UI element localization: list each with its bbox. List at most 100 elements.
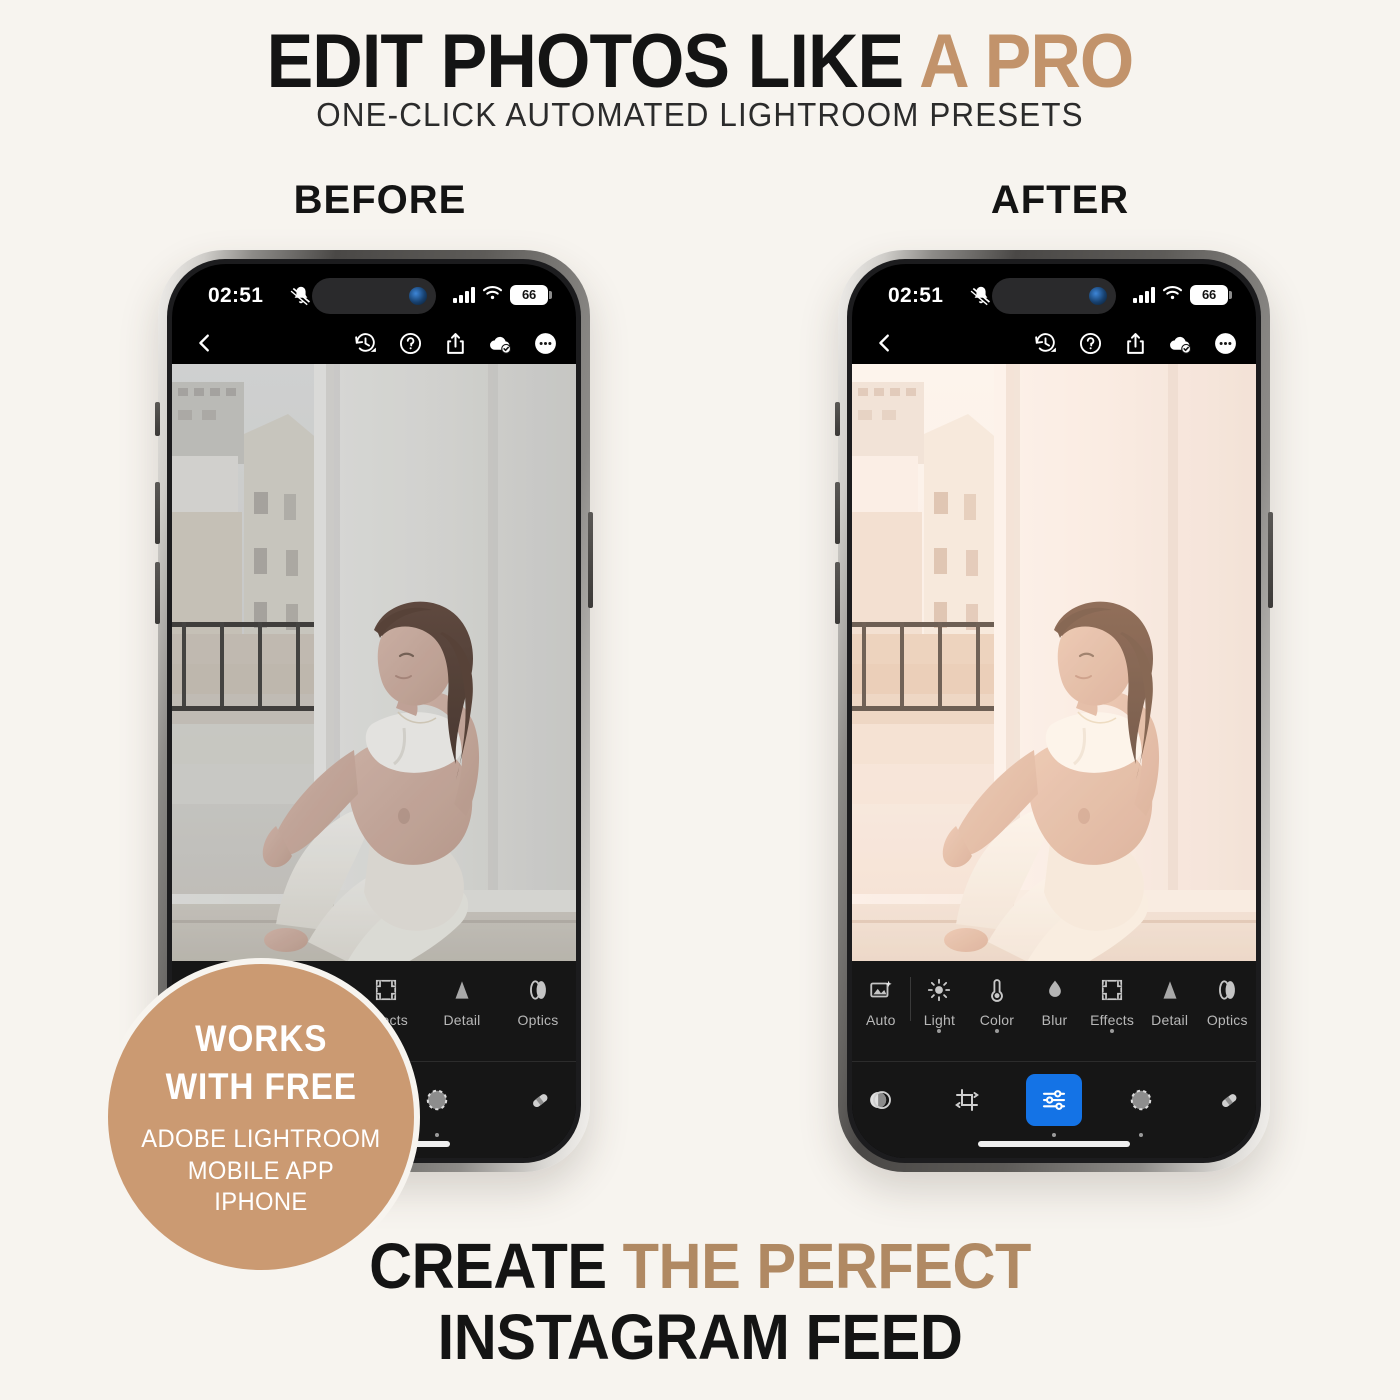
badge-line-5: IPHONE <box>214 1188 308 1217</box>
front-camera-icon <box>1089 287 1107 305</box>
chevron-left-icon[interactable] <box>874 332 896 354</box>
status-time: 02:51 <box>208 284 264 307</box>
lens-icon <box>1198 975 1256 1005</box>
mode-dot <box>435 1133 439 1137</box>
tool-detail[interactable]: Detail <box>424 975 500 1028</box>
action-button[interactable] <box>155 402 160 436</box>
cellular-bars-icon <box>453 286 475 303</box>
status-time: 02:51 <box>888 284 944 307</box>
page-title: EDIT PHOTOS LIKE A PRO <box>56 24 1344 100</box>
healing-mode[interactable] <box>510 1074 568 1126</box>
more-icon[interactable] <box>1213 331 1238 356</box>
help-icon[interactable] <box>1078 331 1103 356</box>
photo-before <box>172 364 576 989</box>
lens-icon <box>500 975 576 1005</box>
battery-indicator: 66 <box>1190 284 1232 305</box>
tool-detail[interactable]: Detail <box>1141 975 1199 1028</box>
before-label: BEFORE <box>293 178 467 222</box>
healing-mode[interactable] <box>1199 1074 1256 1126</box>
tool-label: Light <box>923 1012 956 1028</box>
battery-indicator: 66 <box>510 284 552 305</box>
tool-label: Color <box>979 1012 1015 1028</box>
tool-label: Optics <box>1206 1012 1248 1028</box>
phone-mockup-after: 02:51 66 Auto Light Color Blur Effects D… <box>835 250 1273 1172</box>
adjust-tool-row-after: Auto Light Color Blur Effects Detail Opt… <box>852 961 1256 1062</box>
bell-slash-icon <box>290 284 312 306</box>
mode-dot <box>1051 1133 1056 1137</box>
tool-edited-dot <box>994 1029 999 1033</box>
tool-effects[interactable]: Effects <box>1083 975 1141 1033</box>
cloud-check-icon[interactable] <box>488 331 513 356</box>
app-toolbar-after <box>852 322 1256 364</box>
front-camera-icon <box>409 287 427 305</box>
tool-blur[interactable]: Blur <box>1026 975 1084 1028</box>
works-with-free-badge: WORKS WITH FREE ADOBE LIGHTROOM MOBILE A… <box>102 958 420 1276</box>
app-toolbar-before <box>172 322 576 364</box>
tool-label: Auto <box>865 1012 896 1028</box>
badge-line-4: MOBILE APP <box>187 1156 335 1185</box>
tool-optics[interactable]: Optics <box>500 975 576 1028</box>
cloud-check-icon[interactable] <box>1168 331 1193 356</box>
status-bar: 02:51 66 <box>172 264 576 322</box>
badge-line-2: WITH FREE <box>165 1065 357 1107</box>
status-bar: 02:51 66 <box>852 264 1256 322</box>
tool-label: Detail <box>443 1012 481 1028</box>
badge-line-1: WORKS <box>194 1018 328 1060</box>
share-icon[interactable] <box>443 331 468 356</box>
power-button[interactable] <box>588 512 593 608</box>
after-label: AFTER <box>990 178 1130 222</box>
frame-icon <box>1083 975 1141 1005</box>
tool-label: Optics <box>517 1012 559 1028</box>
badge-line-3: ADOBE LIGHTROOM <box>141 1125 381 1154</box>
droplet-icon <box>1026 975 1084 1005</box>
tool-light[interactable]: Light <box>911 975 969 1033</box>
page-subtitle: ONE-CLICK AUTOMATED LIGHTROOM PRESETS <box>316 96 1084 133</box>
tool-label: Detail <box>1151 1012 1189 1028</box>
edit-mode[interactable] <box>1025 1074 1083 1137</box>
help-icon[interactable] <box>398 331 423 356</box>
photo-after <box>852 364 1256 989</box>
mode-dot <box>1138 1133 1143 1137</box>
triangle-icon <box>1141 975 1199 1005</box>
masking-mode[interactable] <box>1112 1074 1169 1137</box>
tool-optics[interactable]: Optics <box>1198 975 1256 1028</box>
sun-icon <box>911 975 969 1005</box>
volume-down-button[interactable] <box>155 562 160 624</box>
headline-accent: A PRO <box>919 19 1134 104</box>
wifi-icon <box>1162 284 1183 305</box>
footer-dark: CREATE <box>369 1229 623 1302</box>
auto-enhance-icon <box>852 975 910 1005</box>
dynamic-island <box>992 278 1116 314</box>
tool-label: Blur <box>1041 1012 1068 1028</box>
presets-mode[interactable] <box>852 1074 909 1126</box>
headline-dark: EDIT PHOTOS LIKE <box>266 19 920 104</box>
crop-mode[interactable] <box>939 1074 996 1126</box>
volume-up-button[interactable] <box>835 482 840 544</box>
triangle-icon <box>424 975 500 1005</box>
footer-line-2: INSTAGRAM FEED <box>437 1301 963 1374</box>
tool-edited-dot <box>1110 1029 1115 1033</box>
phone-screen-after: 02:51 66 Auto Light Color Blur Effects D… <box>852 264 1256 1158</box>
history-icon[interactable] <box>1033 331 1058 356</box>
wifi-icon <box>482 284 503 305</box>
dynamic-island <box>312 278 436 314</box>
mode-row-after <box>852 1062 1256 1138</box>
editor-panel-after: Auto Light Color Blur Effects Detail Opt… <box>852 961 1256 1158</box>
share-icon[interactable] <box>1123 331 1148 356</box>
cellular-bars-icon <box>1133 286 1155 303</box>
power-button[interactable] <box>1268 512 1273 608</box>
volume-up-button[interactable] <box>155 482 160 544</box>
thermometer-icon <box>968 975 1026 1005</box>
tool-auto[interactable]: Auto <box>852 975 910 1028</box>
bell-slash-icon <box>970 284 992 306</box>
tool-label: Effects <box>1090 1012 1135 1028</box>
action-button[interactable] <box>835 402 840 436</box>
tool-color[interactable]: Color <box>968 975 1026 1033</box>
footer-accent: THE PERFECT <box>622 1229 1032 1302</box>
more-icon[interactable] <box>533 331 558 356</box>
tool-edited-dot <box>937 1029 942 1033</box>
chevron-left-icon[interactable] <box>194 332 216 354</box>
history-icon[interactable] <box>353 331 378 356</box>
home-indicator <box>978 1141 1130 1147</box>
volume-down-button[interactable] <box>835 562 840 624</box>
